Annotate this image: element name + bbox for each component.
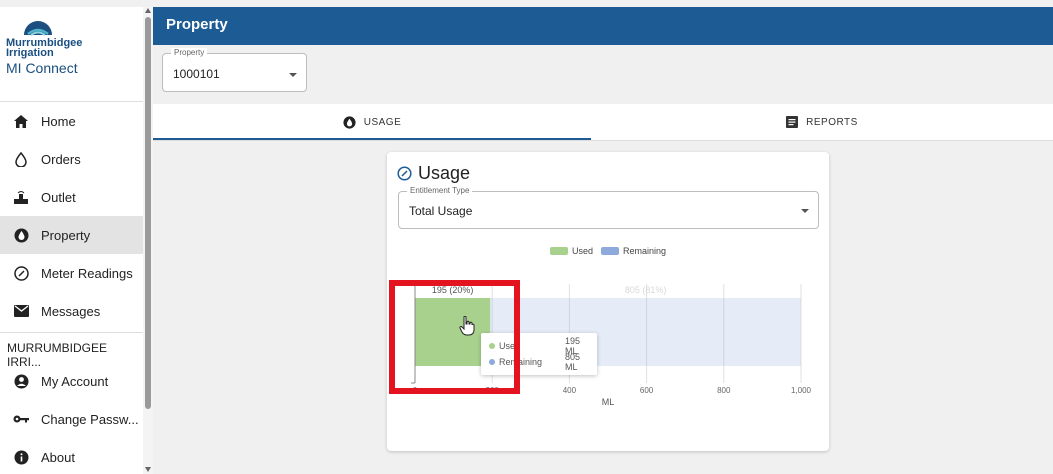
- x-axis-label: ML: [602, 397, 615, 407]
- x-tick-label: 1,000: [791, 386, 812, 395]
- app-window: Murrumbidgee Irrigation MI Connect Home …: [0, 0, 1053, 474]
- x-tick-label: 400: [563, 386, 577, 395]
- bar-data-label: 805 (81%): [625, 285, 667, 295]
- highlight-box: [389, 280, 520, 394]
- hand-cursor-icon: [459, 316, 475, 336]
- x-tick-label: 600: [640, 386, 654, 395]
- tooltip-series-value: 805 ML: [565, 352, 581, 372]
- x-tick-label: 800: [717, 386, 731, 395]
- usage-bar-chart: 0 200 400 600 800 1,000195 (20%) 805 (81%)ML: [411, 284, 812, 407]
